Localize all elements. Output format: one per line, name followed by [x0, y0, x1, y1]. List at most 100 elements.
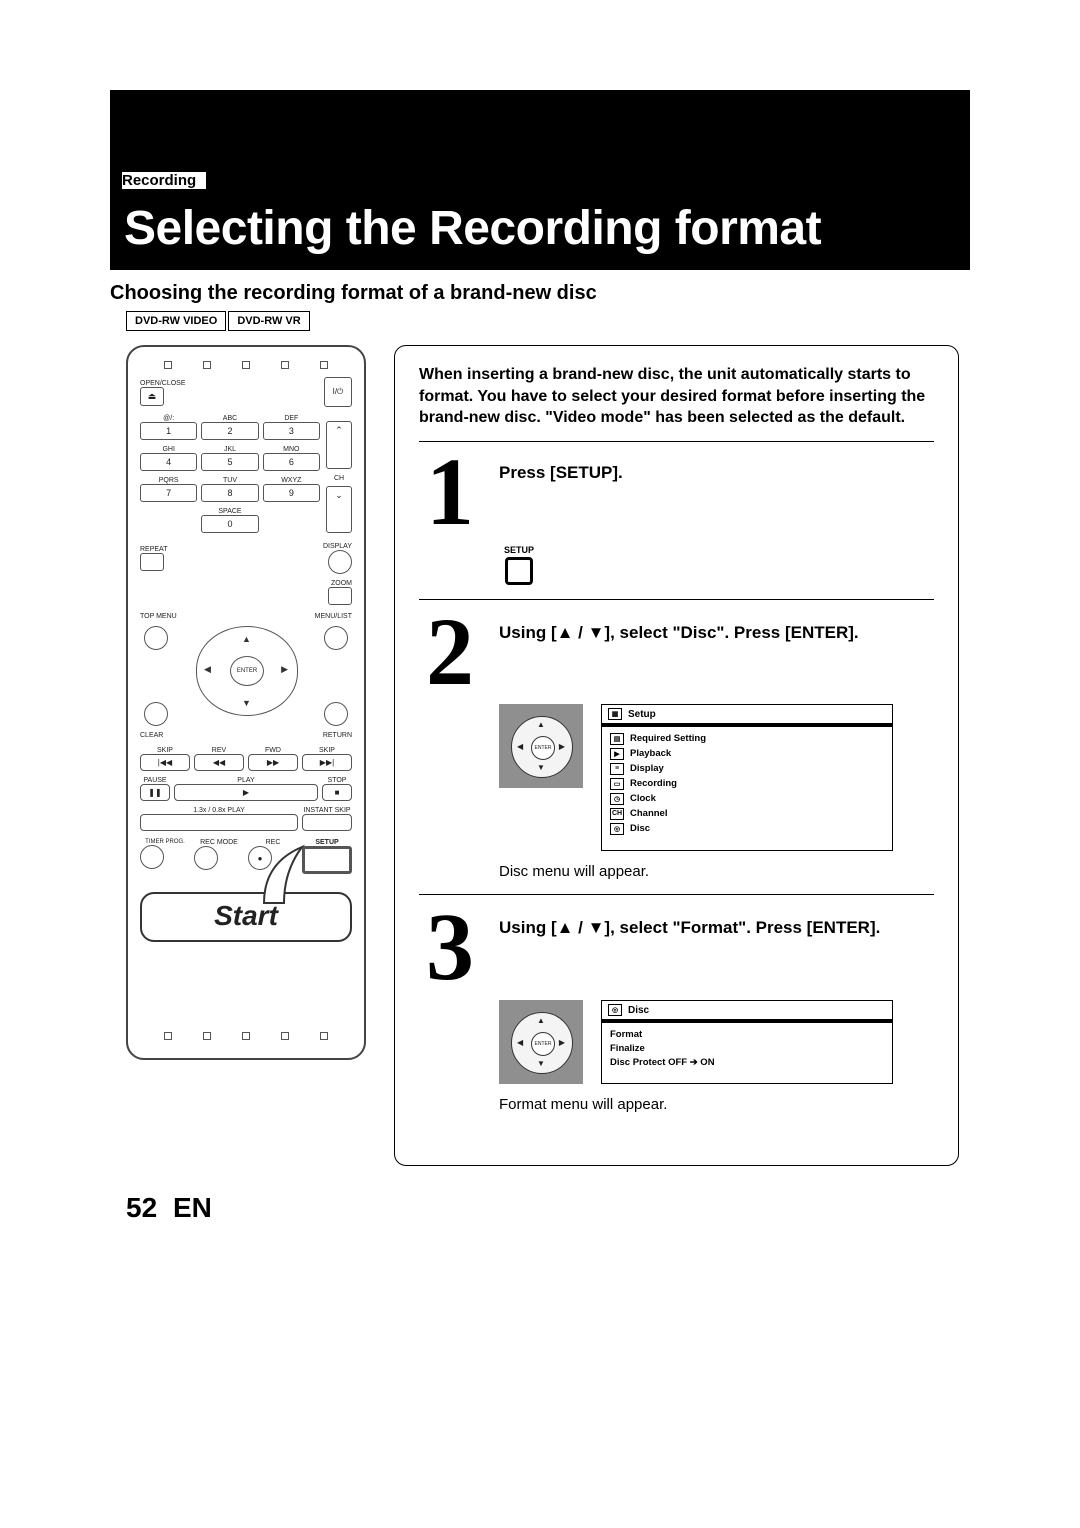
step-caption: Format menu will appear. [499, 1096, 934, 1113]
left-arrow-icon: ◀ [204, 664, 211, 675]
step-heading: Press [SETUP]. [499, 454, 623, 485]
section-label: Recording [122, 172, 206, 189]
repeat-button [140, 553, 164, 571]
right-triangle-icon: ▶ [559, 1038, 565, 1047]
step-number: 2 [419, 614, 481, 691]
manual-page: Recording Selecting the Recording format… [0, 90, 1080, 1224]
rev-button: ◀◀ [194, 754, 244, 771]
down-triangle-icon: ▼ [537, 763, 545, 772]
numeric-keypad: @/:1 ABC2 DEF3 GHI4 JKL5 MNO6 PQRS7 TUV8… [140, 413, 320, 533]
callout-tail-icon [254, 843, 314, 913]
instruction-box: When inserting a brand-new disc, the uni… [394, 345, 959, 1166]
main-content-row: OPEN/CLOSE ⏏ I/⏻ @/:1 ABC2 DEF3 GHI4 JKL… [126, 345, 970, 1166]
display-button [328, 550, 352, 574]
remote-control-diagram: OPEN/CLOSE ⏏ I/⏻ @/:1 ABC2 DEF3 GHI4 JKL… [126, 345, 366, 1060]
key-8: 8 [201, 484, 258, 502]
down-triangle-icon: ▼ [537, 1059, 545, 1068]
menu-list-button [324, 626, 348, 650]
rec-mode-button [194, 846, 218, 870]
page-lang: EN [173, 1192, 212, 1223]
section-subheading: Choosing the recording format of a brand… [110, 282, 970, 305]
step-3: 3 Using [▲ / ▼], select "Format". Press … [419, 909, 934, 1127]
page-title: Selecting the Recording format [124, 201, 956, 256]
eject-button: ⏏ [140, 387, 164, 406]
trick-play-button [140, 814, 298, 831]
format-badges: DVD-RW VIDEO DVD-RW VR [126, 311, 970, 331]
top-menu-button [144, 626, 168, 650]
page-number: 52 [126, 1192, 157, 1223]
remote-top-dots [148, 361, 344, 369]
play-button: ▶ [174, 784, 318, 801]
menu-item-icon: ▤ [610, 733, 624, 745]
ch-label: CH [326, 475, 352, 482]
key-1: 1 [140, 422, 197, 440]
start-callout: Start [140, 892, 352, 942]
key-9: 9 [263, 484, 320, 502]
osd-disc-menu: ◎Disc Format Finalize Disc Protect OFF ➔… [601, 1000, 893, 1084]
section-bar: Recording [110, 168, 970, 191]
key-2: 2 [201, 422, 258, 440]
osd-setup-menu: ▦Setup ▤Required Setting ▶Playback ≡Disp… [601, 704, 893, 851]
menu-item-icon: ◎ [610, 823, 624, 835]
up-triangle-icon: ▲ [537, 720, 545, 729]
menu-item-icon: ▭ [610, 778, 624, 790]
dpad-figure: ENTER ▲ ▼ ◀ ▶ [499, 704, 583, 788]
menu-item-icon: ≡ [610, 763, 624, 775]
pause-button: ❚❚ [140, 784, 170, 801]
step-heading: Using [▲ / ▼], select "Format". Press [E… [499, 909, 880, 940]
badge-dvd-rw-video: DVD-RW VIDEO [126, 311, 226, 331]
dpad-enter-label: ENTER [531, 1032, 555, 1056]
setup-key-icon [505, 557, 533, 585]
stop-button: ■ [322, 784, 352, 801]
skip-back-button: |◀◀ [140, 754, 190, 771]
up-triangle-icon: ▲ [537, 1016, 545, 1025]
menu-title-text: Setup [628, 709, 656, 720]
key-7: 7 [140, 484, 197, 502]
fwd-button: ▶▶ [248, 754, 298, 771]
step-heading: Using [▲ / ▼], select "Disc". Press [ENT… [499, 614, 859, 645]
menu-title-icon: ▦ [608, 708, 622, 720]
intro-paragraph: When inserting a brand-new disc, the uni… [419, 364, 934, 442]
timer-prog-button [140, 845, 164, 869]
down-arrow-icon: ▼ [242, 698, 251, 708]
left-triangle-icon: ◀ [517, 742, 523, 751]
menu-item-icon: CH [610, 808, 624, 820]
menu-item-icon: ▶ [610, 748, 624, 760]
menu-title-text: Disc [628, 1005, 649, 1016]
key-3: 3 [263, 422, 320, 440]
step-1: 1 Press [SETUP]. SETUP [419, 454, 934, 600]
transport-row: SKIP|◀◀ REV◀◀ FWD▶▶ SKIP▶▶| [140, 745, 352, 771]
power-button: I/⏻ [324, 377, 352, 407]
remote-bottom-dots [148, 1032, 344, 1040]
instant-skip-button [302, 814, 352, 831]
setup-key-label: SETUP [499, 545, 539, 555]
left-triangle-icon: ◀ [517, 1038, 523, 1047]
step-2: 2 Using [▲ / ▼], select "Disc". Press [E… [419, 614, 934, 896]
zoom-button [328, 587, 352, 605]
skip-fwd-button: ▶▶| [302, 754, 352, 771]
up-arrow-icon: ▲ [242, 634, 251, 644]
menu-title-icon: ◎ [608, 1004, 622, 1016]
right-triangle-icon: ▶ [559, 742, 565, 751]
menu-item-icon: ◷ [610, 793, 624, 805]
dpad-figure: ENTER ▲ ▼ ◀ ▶ [499, 1000, 583, 1084]
step-number: 1 [419, 454, 481, 531]
key-5: 5 [201, 453, 258, 471]
key-0: 0 [201, 515, 258, 533]
top-black-band [110, 90, 970, 168]
ch-down-button: ⌄ [326, 486, 352, 534]
return-button [324, 702, 348, 726]
key-4: 4 [140, 453, 197, 471]
right-arrow-icon: ▶ [281, 664, 288, 675]
setup-key-figure: SETUP [499, 545, 539, 585]
enter-button: ENTER [230, 656, 264, 686]
key-6: 6 [263, 453, 320, 471]
page-footer: 52 EN [126, 1192, 970, 1224]
step-number: 3 [419, 909, 481, 986]
ch-up-button: ⌃ [326, 421, 352, 469]
nav-dpad: ENTER ▲ ▼ ◀ ▶ [186, 626, 306, 714]
step-caption: Disc menu will appear. [499, 863, 934, 880]
clear-button [144, 702, 168, 726]
title-block: Selecting the Recording format [110, 191, 970, 270]
badge-dvd-rw-vr: DVD-RW VR [228, 311, 309, 331]
